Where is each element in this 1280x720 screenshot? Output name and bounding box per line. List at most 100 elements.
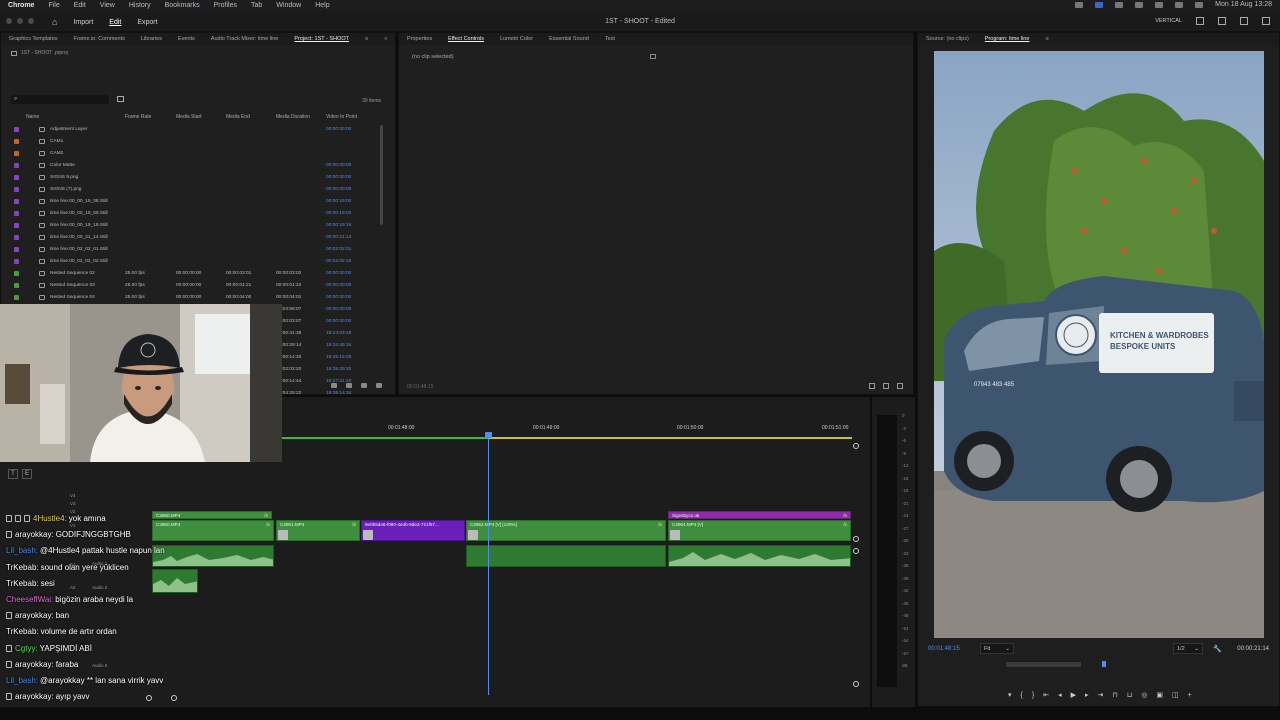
new-bin-icon[interactable] — [346, 383, 352, 388]
label-color-swatch[interactable] — [14, 283, 19, 288]
mark-out-icon[interactable]: } — [1032, 692, 1034, 699]
tab-events[interactable]: Events — [178, 36, 195, 42]
project-item-row[interactable]: time line.00_00_19_08.Still 00:00:19:00 — [1, 196, 391, 208]
comparison-view-icon[interactable]: ▣ — [1156, 691, 1163, 699]
panel-menu-icon[interactable]: ≡ — [365, 36, 368, 42]
text-edit-icon[interactable]: E — [22, 469, 32, 479]
new-bin-search-icon[interactable] — [117, 96, 124, 102]
program-scrubber[interactable] — [926, 660, 1272, 674]
col-frame-rate[interactable]: Frame Rate — [125, 114, 151, 120]
vertical-zoom-handle[interactable] — [853, 548, 859, 554]
add-marker-icon[interactable]: ▾ — [1008, 691, 1012, 699]
resolution-select[interactable]: 1/2 ⌄ — [1173, 643, 1203, 654]
tab-frameio-comments[interactable]: Frame.io: Comments — [74, 36, 125, 42]
lift-icon[interactable]: ⊓ — [1112, 691, 1117, 699]
clip-v2-signsbyco[interactable]: Signsbyco.uk fx — [668, 511, 851, 519]
tab-audio-track-mixer[interactable]: Audio Track Mixer: time line — [211, 36, 279, 42]
project-item-row[interactable]: time line.00_00_21_14.Still 00:00:21:14 — [1, 232, 391, 244]
tab-essential-sound[interactable]: Essential Sound — [549, 36, 589, 42]
project-item-row[interactable]: SIGNS (7).png 00:00:00:00 — [1, 184, 391, 196]
label-color-swatch[interactable] — [14, 211, 19, 216]
menu-tab[interactable]: Tab — [251, 2, 262, 9]
project-item-row[interactable]: Adjustment Layer 00:00:00:00 — [1, 124, 391, 136]
step-back-icon[interactable]: ◂ — [1058, 691, 1062, 699]
workspace-label[interactable]: VERTICAL — [1155, 18, 1182, 24]
project-item-row[interactable]: time line.00_02_02_02.Still 00:02:02:02 — [1, 256, 391, 268]
project-item-row[interactable]: CAM1 — [1, 136, 391, 148]
menubar-clock[interactable]: Mon 18 Aug 13:28 — [1215, 1, 1272, 8]
tab-effect-controls[interactable]: Effect Controls — [448, 36, 484, 42]
export-icon[interactable] — [883, 383, 889, 389]
clip-v1-c2962[interactable]: C2962.MP4 [V] [130%] fx — [466, 520, 666, 541]
playhead-line[interactable] — [488, 433, 489, 695]
project-item-row[interactable]: SIGNS 9.png 00:00:00:00 — [1, 172, 391, 184]
label-color-swatch[interactable] — [14, 163, 19, 168]
go-to-in-icon[interactable]: ⇤ — [1043, 691, 1049, 699]
list-view-icon[interactable] — [331, 383, 337, 388]
program-video-frame[interactable]: KITCHEN & WARDROBES BESPOKE UNITS 07943 … — [934, 51, 1264, 638]
vr-view-icon[interactable]: ◫ — [1172, 691, 1179, 699]
menu-history[interactable]: History — [129, 2, 151, 9]
step-forward-icon[interactable]: ▸ — [1085, 691, 1089, 699]
label-color-swatch[interactable] — [14, 175, 19, 180]
menu-bookmarks[interactable]: Bookmarks — [165, 2, 200, 9]
label-color-swatch[interactable] — [14, 271, 19, 276]
help-icon[interactable] — [1262, 17, 1270, 25]
label-color-swatch[interactable] — [14, 199, 19, 204]
wifi-icon[interactable] — [1175, 1, 1184, 8]
playhead-handle[interactable] — [485, 432, 492, 438]
effect-timecode[interactable]: 00:01:48:15 — [407, 384, 433, 390]
extract-icon[interactable]: ⊔ — [1127, 691, 1132, 699]
label-color-swatch[interactable] — [14, 259, 19, 264]
vertical-zoom-handle[interactable] — [853, 681, 859, 687]
status-icon[interactable] — [1115, 1, 1124, 8]
col-video-in-point[interactable]: Video In Point — [326, 114, 357, 120]
fullscreen-icon[interactable] — [1240, 17, 1248, 25]
project-scrollbar[interactable] — [380, 125, 383, 225]
tab-libraries[interactable]: Libraries — [141, 36, 162, 42]
vertical-zoom-handle[interactable] — [853, 536, 859, 542]
status-icon[interactable] — [1155, 1, 1164, 8]
menu-edit[interactable]: Edit — [74, 2, 86, 9]
col-media-duration[interactable]: Media Duration — [276, 114, 310, 120]
clip-v1-nested[interactable]: 9e0b5de6-f080-4e4b-9de2-721f57... — [361, 520, 465, 541]
search-icon[interactable] — [1195, 1, 1204, 8]
wrench-icon[interactable]: 🔧 — [1213, 645, 1222, 653]
col-media-start[interactable]: Media Start — [176, 114, 202, 120]
timeline-ruler[interactable]: 00:01:48:00 00:01:49:00 00:01:50:00 00:0… — [282, 425, 852, 437]
label-color-swatch[interactable] — [14, 247, 19, 252]
menu-view[interactable]: View — [100, 2, 115, 9]
label-color-swatch[interactable] — [14, 295, 19, 300]
label-color-swatch[interactable] — [14, 187, 19, 192]
project-item-row[interactable]: Nested Sequence 04 25.00 fps 00:00:00:00 00… — [1, 292, 391, 304]
label-color-swatch[interactable] — [14, 139, 19, 144]
project-item-row[interactable]: time line.00_02_02_01.Still 00:02:02:01 — [1, 244, 391, 256]
menu-window[interactable]: Window — [276, 2, 301, 9]
project-item-row[interactable]: Nested Sequence 02 25.00 fps 00:00:00:00 00… — [1, 268, 391, 280]
tab-source[interactable]: Source: (no clips) — [926, 36, 969, 42]
tab-lumetri-color[interactable]: Lumetri Color — [500, 36, 533, 42]
project-search-input[interactable]: ⌕ — [11, 95, 109, 104]
project-item-row[interactable]: time line.00_00_19_00.Still 00:00:19:00 — [1, 208, 391, 220]
menu-app-chrome[interactable]: Chrome — [8, 2, 34, 9]
label-color-swatch[interactable] — [14, 151, 19, 156]
play-icon[interactable]: ▶ — [1071, 691, 1076, 699]
project-item-row[interactable]: Nested Sequence 03 25.00 fps 00:00:00:00 00… — [1, 280, 391, 292]
screen-record-icon[interactable] — [1095, 1, 1104, 8]
more-tabs-icon[interactable]: » — [384, 36, 387, 42]
tab-project[interactable]: Project: 1ST - SHOOT — [294, 36, 349, 42]
menu-file[interactable]: File — [48, 2, 59, 9]
mark-in-icon[interactable]: { — [1021, 692, 1023, 699]
new-item-icon[interactable] — [361, 383, 367, 388]
status-icon[interactable] — [1135, 1, 1144, 8]
track-label-v4[interactable]: V4 — [70, 493, 76, 498]
label-color-swatch[interactable] — [14, 235, 19, 240]
tab-program[interactable]: Program: time line — [985, 36, 1030, 42]
tab-properties[interactable]: Properties — [407, 36, 432, 42]
export-frame-icon[interactable]: ◎ — [1141, 691, 1147, 699]
project-item-row[interactable]: time line.00_00_19_19.Still 00:00:19:19 — [1, 220, 391, 232]
tab-text[interactable]: Text — [605, 36, 615, 42]
status-icon[interactable] — [1075, 1, 1084, 8]
col-name[interactable]: Name — [26, 114, 39, 120]
type-tool-icon[interactable]: T — [8, 469, 18, 479]
